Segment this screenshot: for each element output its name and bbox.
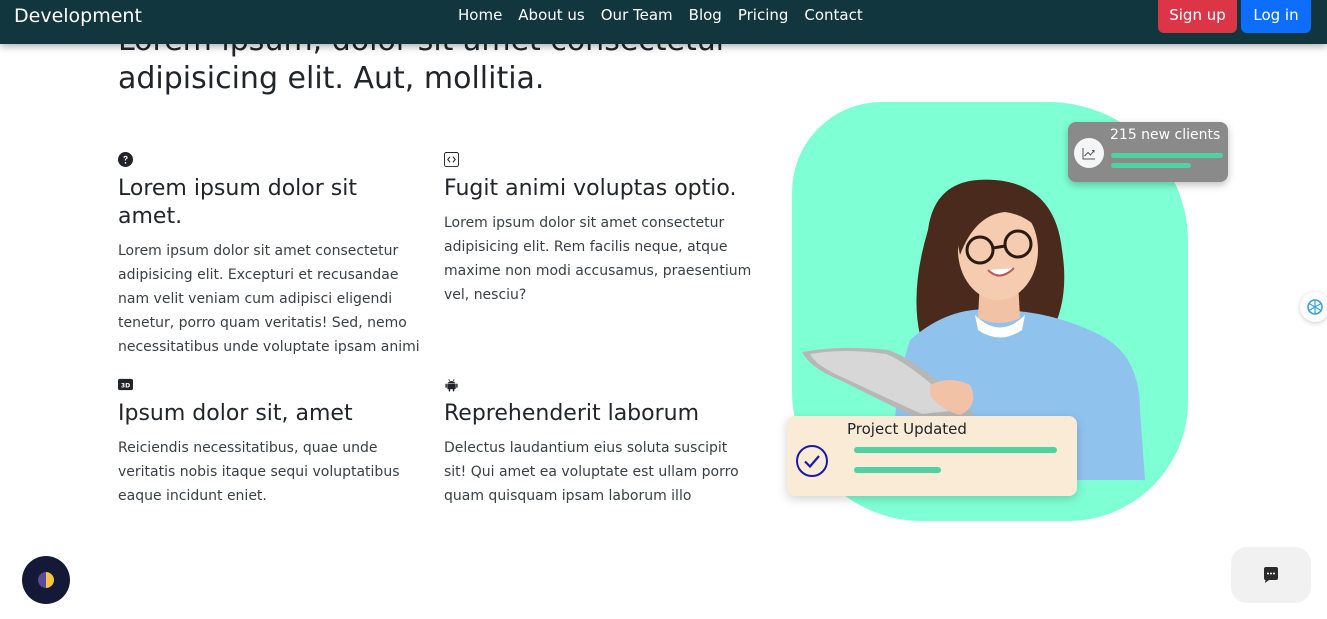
brand-logo-text[interactable]: Development	[14, 4, 142, 28]
new-clients-card: 215 new clients	[1068, 122, 1228, 182]
feature-title: Ipsum dolor sit, amet	[118, 401, 353, 426]
nav-link-contact[interactable]: Contact	[804, 5, 862, 25]
nav-links: Home About us Our Team Blog Pricing Cont…	[458, 5, 879, 25]
nav-link-home[interactable]: Home	[458, 5, 502, 25]
feature-item: Fugit animi voluptas optio. Lorem ipsum …	[444, 152, 754, 307]
nav-link-blog[interactable]: Blog	[689, 5, 722, 25]
android-icon	[445, 379, 458, 392]
project-progress-bar	[854, 447, 1057, 453]
chat-button[interactable]	[1231, 547, 1311, 603]
trending-up-icon	[1082, 148, 1095, 160]
feature-text: Lorem ipsum dolor sit amet consectetur a…	[444, 215, 752, 303]
feature-title: Fugit animi voluptas optio.	[444, 176, 737, 201]
clients-progress-bar	[1111, 163, 1191, 168]
feature-item: 3D Ipsum dolor sit, amet Reiciendis nece…	[118, 377, 428, 508]
project-updated-card: Project Updated	[787, 416, 1077, 496]
feature-item: Lorem ipsum dolor sit amet. Lorem ipsum …	[118, 152, 428, 359]
code-square-icon	[444, 152, 459, 167]
new-clients-text: 215 new clients	[1110, 127, 1221, 143]
nav-link-pricing[interactable]: Pricing	[738, 5, 789, 25]
chat-bubble-icon	[1264, 567, 1278, 583]
feature-text: Reiciendis necessitatibus, quae unde ver…	[118, 440, 400, 504]
project-progress-bar	[854, 467, 941, 473]
check-circle-icon	[796, 445, 828, 477]
clients-progress-bar	[1111, 153, 1223, 158]
3d-badge-icon: 3D	[118, 378, 133, 391]
navbar: Development Home About us Our Team Blog …	[0, 0, 1327, 44]
question-circle-icon	[118, 152, 133, 167]
feature-text: Delectus laudantium eius soluta suscipit…	[444, 440, 739, 504]
theme-toggle-button[interactable]	[22, 556, 70, 604]
clients-icon-circle	[1074, 138, 1104, 168]
feature-title: Lorem ipsum dolor sit amet.	[118, 176, 357, 229]
openai-icon	[1307, 299, 1323, 315]
feature-title: Reprehenderit laborum	[444, 401, 700, 426]
svg-text:3D: 3D	[121, 382, 130, 389]
assistant-widget-button[interactable]	[1300, 292, 1327, 322]
feature-text: Lorem ipsum dolor sit amet consectetur a…	[118, 243, 420, 355]
nav-link-about[interactable]: About us	[518, 5, 584, 25]
signup-button[interactable]: Sign up	[1158, 0, 1237, 33]
feature-item: Reprehenderit laborum Delectus laudantiu…	[444, 377, 754, 508]
half-moon-icon	[38, 572, 54, 588]
login-button[interactable]: Log in	[1241, 0, 1311, 33]
nav-link-team[interactable]: Our Team	[601, 5, 673, 25]
project-updated-text: Project Updated	[847, 420, 967, 438]
